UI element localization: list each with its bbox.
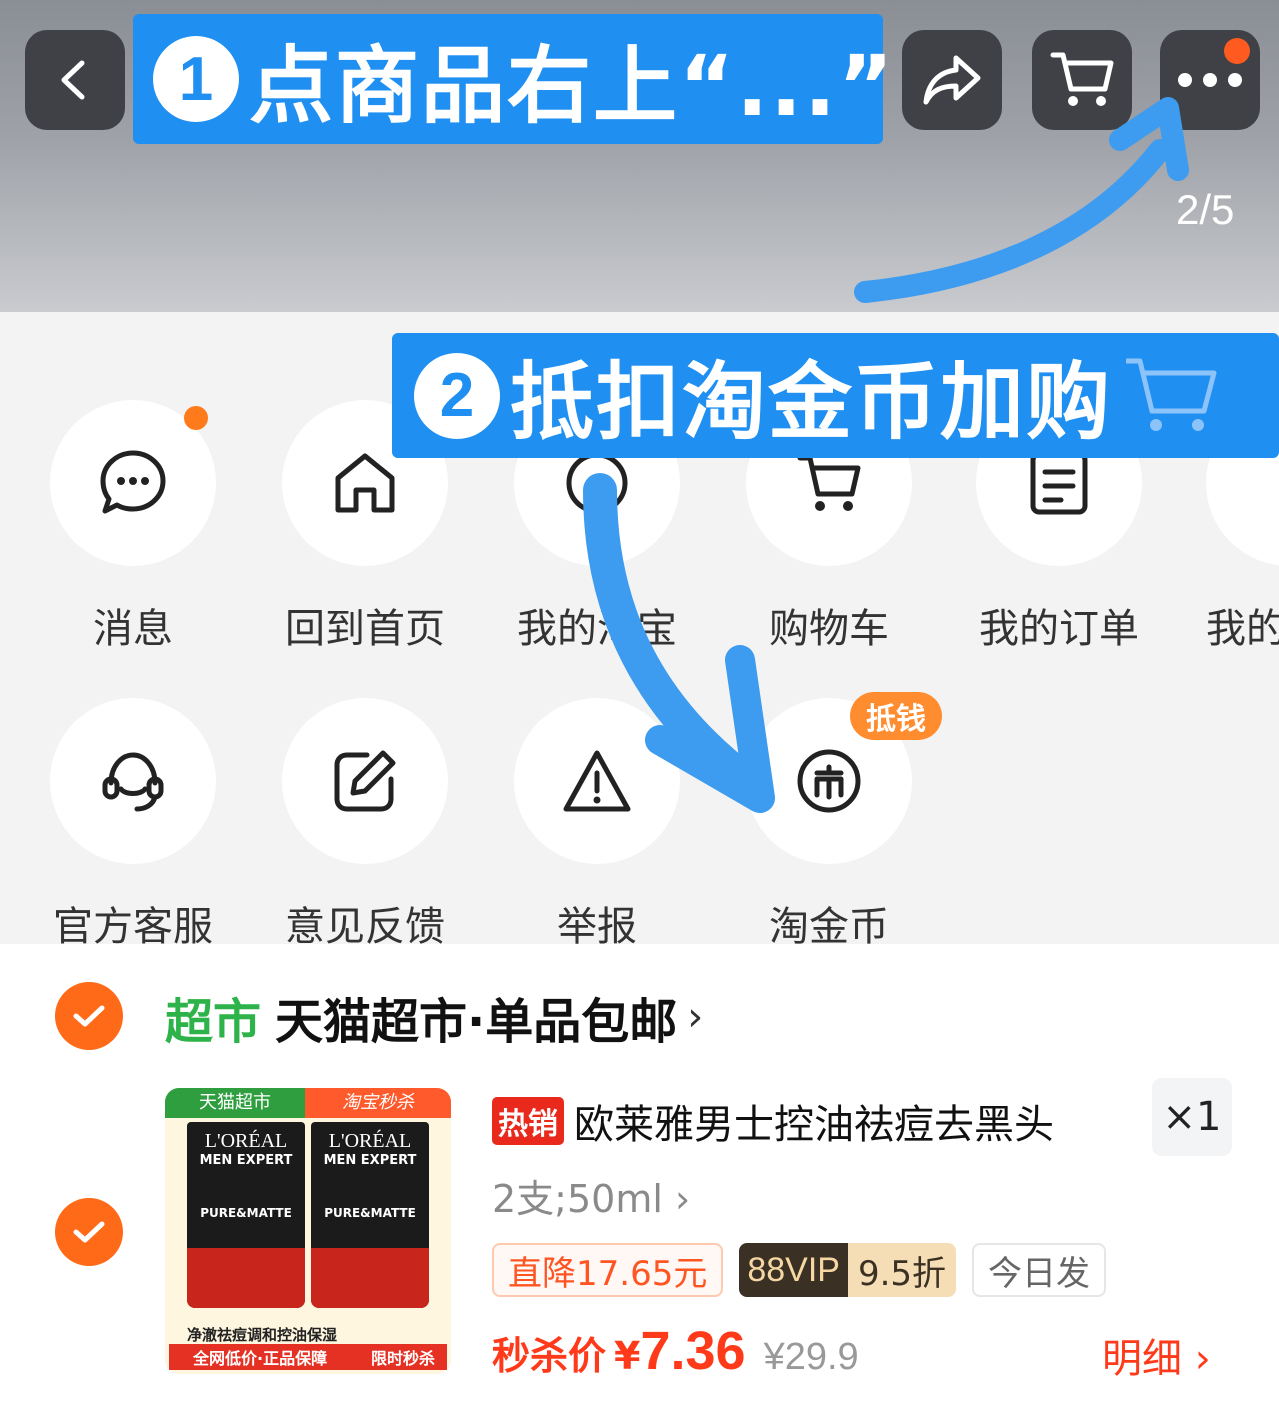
- check-icon: [73, 1005, 105, 1027]
- message-icon: [100, 450, 166, 514]
- vip-label: 88VIP: [739, 1243, 848, 1297]
- order-icon: [1030, 451, 1088, 515]
- sku-spec-selector[interactable]: 2支;50ml ›: [492, 1168, 690, 1223]
- back-icon: [61, 60, 85, 100]
- tube-sub: MEN EXPERT: [199, 1153, 293, 1168]
- store-checkbox[interactable]: [55, 982, 123, 1050]
- message-badge: [184, 406, 208, 430]
- original-price: ¥29.9: [763, 1336, 859, 1378]
- quantity-selector[interactable]: ×1: [1152, 1078, 1232, 1156]
- tube-brand: L'ORÉAL: [328, 1130, 412, 1152]
- step2-number: 2: [414, 352, 500, 439]
- home-icon: [335, 453, 395, 513]
- menu-item-label: 官方客服: [53, 904, 213, 950]
- step1-text: 点商品右上“...”: [249, 36, 896, 135]
- product-title-row[interactable]: 热销 欧莱雅男士控油祛痘去黑头: [492, 1092, 1054, 1150]
- cart-icon: [797, 455, 861, 511]
- price-detail-link[interactable]: 明细 ›: [1102, 1326, 1211, 1384]
- menu-item-label: 消息: [93, 606, 173, 652]
- image-header-right: 淘宝秒杀: [305, 1088, 451, 1118]
- price-drop-tag: 直降17.65元: [492, 1243, 724, 1297]
- menu-item-report[interactable]: 举报: [512, 698, 682, 952]
- edit-icon: [334, 750, 396, 812]
- store-name: 天猫超市·单品包邮: [275, 994, 678, 1050]
- price-label: 秒杀价: [492, 1334, 607, 1378]
- ship-today-tag: 今日发: [972, 1243, 1107, 1297]
- product-image[interactable]: 天猫超市 淘宝秒杀 L'ORÉAL MEN EXPERT PURE&MATTE …: [165, 1088, 451, 1374]
- cart-icon: [1126, 358, 1217, 431]
- notification-dot: [1224, 38, 1250, 64]
- tube-variant: PURE&MATTE: [200, 1206, 292, 1220]
- menu-item-label: 购物车: [769, 606, 889, 652]
- chevron-right-icon: ›: [687, 994, 704, 1040]
- image-footer-left: 全网低价·正品保障: [193, 1349, 328, 1368]
- tube-sub: MEN EXPERT: [323, 1153, 417, 1168]
- hot-badge: 热销: [492, 1097, 564, 1145]
- page-indicator: 2/5: [1176, 186, 1235, 233]
- profile-icon: [566, 452, 628, 514]
- warning-icon: [563, 750, 631, 812]
- product-tube: L'ORÉAL MEN EXPERT PURE&MATTE: [311, 1122, 429, 1308]
- image-header-left: 天猫超市: [165, 1088, 305, 1118]
- promo-tags: 直降17.65元 88VIP 9.5折 今日发: [492, 1243, 1107, 1297]
- menu-item-label: 举报: [557, 904, 637, 950]
- image-footer-right: 限时秒杀: [370, 1349, 435, 1368]
- product-tube: L'ORÉAL MEN EXPERT PURE&MATTE: [187, 1122, 305, 1308]
- product-checkbox[interactable]: [55, 1198, 123, 1266]
- more-button[interactable]: [1160, 30, 1260, 130]
- vip-discount: 9.5折: [847, 1243, 957, 1297]
- cart-icon: [1050, 52, 1114, 106]
- image-footer: 全网低价·正品保障 限时秒杀: [169, 1344, 447, 1370]
- menu-item-feedback[interactable]: 意见反馈: [280, 698, 450, 952]
- step1-annotation: 1 点商品右上“...”: [133, 14, 893, 144]
- back-button[interactable]: [25, 30, 125, 130]
- product-title: 欧莱雅男士控油祛痘去黑头: [574, 1102, 1054, 1148]
- coin-icon: [797, 749, 861, 813]
- check-icon: [73, 1221, 105, 1243]
- step2-text: 抵扣淘金币加购: [510, 353, 1113, 451]
- price-currency: ¥: [614, 1334, 641, 1378]
- coin-badge: 抵钱: [850, 692, 942, 740]
- tube-brand: L'ORÉAL: [204, 1130, 288, 1152]
- cart-button[interactable]: [1032, 30, 1132, 130]
- step2-annotation: 2 抵扣淘金币加购: [392, 333, 1279, 458]
- headset-icon: [102, 752, 164, 812]
- tube-variant: PURE&MATTE: [324, 1206, 416, 1220]
- menu-item-label: 淘金币: [769, 904, 889, 950]
- menu-item-label: 我的订单: [979, 606, 1139, 652]
- menu-item-message[interactable]: 消息: [48, 400, 218, 654]
- menu-item-label: 我的淘宝: [517, 606, 677, 652]
- share-button[interactable]: [902, 30, 1002, 130]
- store-tag: 超市: [165, 994, 262, 1050]
- image-caption: 净澈祛痘调和控油保湿: [187, 1326, 338, 1344]
- share-icon: [923, 55, 981, 105]
- store-link[interactable]: 超市 天猫超市·单品包邮 ›: [165, 982, 703, 1052]
- more-icon: [1178, 73, 1242, 87]
- price-value: 7.36: [640, 1321, 746, 1381]
- step1-number: 1: [153, 36, 239, 122]
- menu-item-customer-service[interactable]: 官方客服: [48, 698, 218, 952]
- menu-item-label: 意见反馈: [285, 904, 445, 950]
- menu-item-label: 我的: [1206, 606, 1279, 652]
- vip-tag: 88VIP 9.5折: [739, 1243, 957, 1297]
- menu-item-label: 回到首页: [285, 606, 445, 652]
- price-row: 秒杀价 ¥ 7.36 ¥29.9: [492, 1320, 859, 1382]
